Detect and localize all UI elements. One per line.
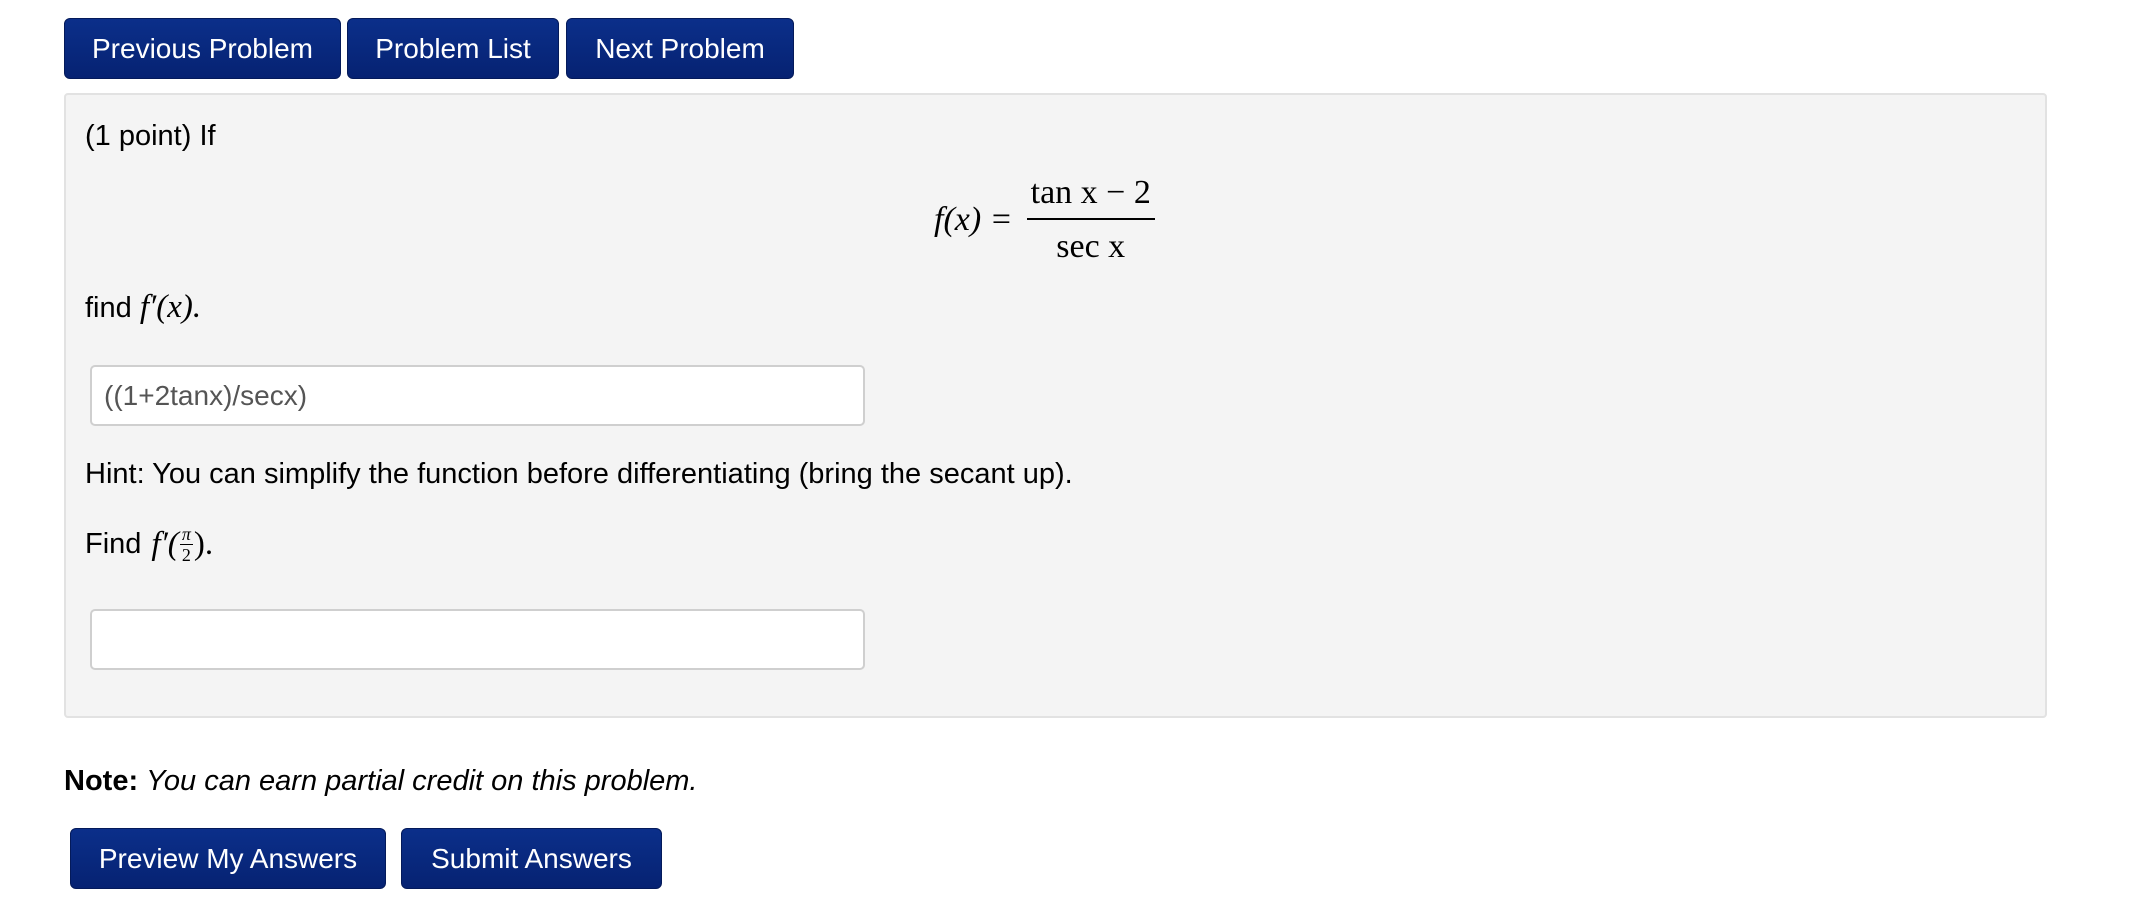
note-label: Note: — [64, 765, 139, 797]
partial-credit-note: Note: You can earn partial credit on thi… — [64, 765, 697, 798]
part2-frac-numerator: π — [179, 524, 193, 545]
part2-prompt: Find f′( π 2 ). — [85, 525, 213, 564]
problem-panel: (1 point) If f(x) = tan x − 2 sec x find… — [64, 93, 2047, 718]
part1-prompt: find f′(x). — [85, 291, 201, 324]
problem-list-button[interactable]: Problem List — [347, 18, 559, 79]
part1-math: f′(x) — [139, 289, 193, 325]
next-problem-button[interactable]: Next Problem — [566, 18, 794, 79]
submit-answers-button[interactable]: Submit Answers — [401, 828, 662, 889]
part2-prefix: Find — [85, 528, 142, 560]
equation-fraction: tan x − 2 sec x — [1026, 174, 1155, 266]
part2-fraction: π 2 — [179, 524, 193, 565]
problem-intro: (1 point) If — [85, 120, 216, 152]
function-equation: f(x) = tan x − 2 sec x — [934, 174, 1155, 266]
part1-suffix: . — [192, 289, 202, 325]
equation-denominator: sec x — [1056, 228, 1126, 265]
note-text: You can earn partial credit on this prob… — [146, 765, 698, 797]
equation-lhs: f(x) = — [934, 201, 1013, 238]
part2-frac-denominator: 2 — [181, 545, 191, 565]
previous-problem-button[interactable]: Previous Problem — [64, 18, 341, 79]
part2-math-close: ). — [193, 526, 214, 562]
part2-math-f: f′( — [151, 526, 179, 562]
equation-numerator: tan x − 2 — [1026, 174, 1155, 220]
hint-text: Hint: You can simplify the function befo… — [85, 458, 1073, 490]
answer-input-2[interactable] — [90, 609, 865, 670]
part1-prefix: find — [85, 292, 132, 324]
answer-input-1[interactable] — [90, 365, 865, 426]
preview-answers-button[interactable]: Preview My Answers — [70, 828, 386, 889]
